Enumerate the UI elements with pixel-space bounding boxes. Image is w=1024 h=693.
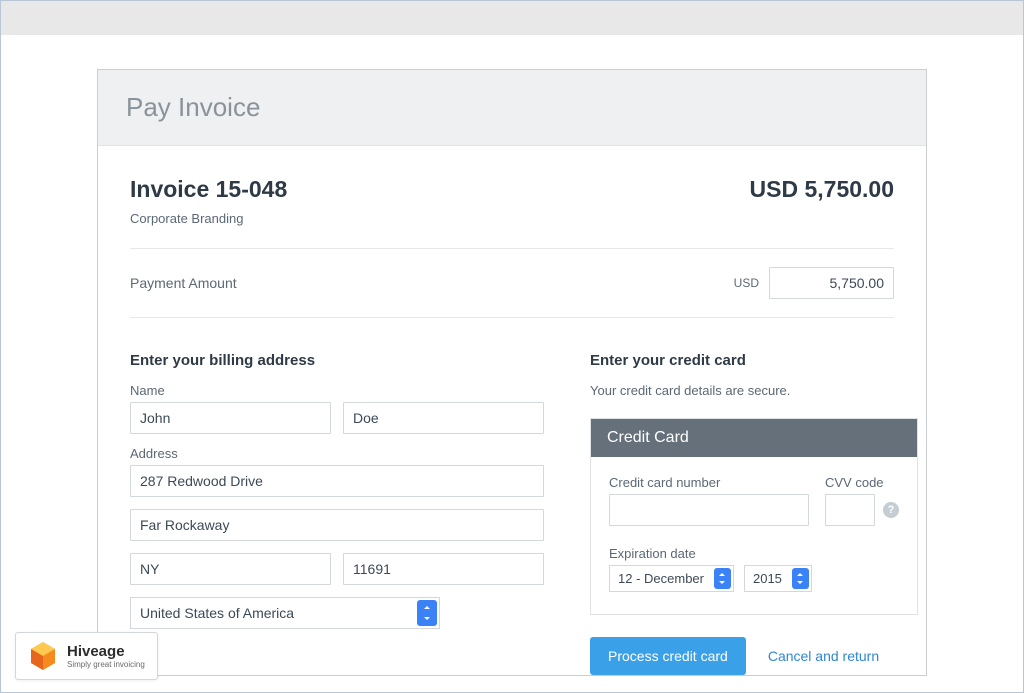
exp-month-value: 12 - December (610, 566, 712, 591)
invoice-description: Corporate Branding (130, 211, 287, 226)
hiveage-brand-name: Hiveage (67, 644, 145, 659)
billing-column: Enter your billing address Name Address (130, 352, 544, 675)
cc-heading: Enter your credit card (590, 352, 918, 369)
cvv-group: CVV code ? (825, 475, 899, 526)
invoice-summary-left: Invoice 15-048 Corporate Branding (130, 176, 287, 226)
invoice-total: USD 5,750.00 (750, 176, 894, 203)
exp-year-select[interactable]: 2015 (744, 565, 812, 592)
cc-secure-note: Your credit card details are secure. (590, 383, 918, 398)
top-gray-band (1, 1, 1023, 35)
hiveage-tagline: Simply great invoicing (67, 660, 145, 669)
cvv-label: CVV code (825, 475, 899, 490)
last-name-input[interactable] (343, 402, 544, 434)
cc-number-group: Credit card number (609, 475, 809, 526)
payment-amount-right: USD (734, 267, 894, 299)
cancel-and-return-link[interactable]: Cancel and return (768, 648, 879, 664)
action-row: Process credit card Cancel and return (590, 637, 918, 675)
form-columns: Enter your billing address Name Address (130, 352, 894, 675)
card-body: Invoice 15-048 Corporate Branding USD 5,… (98, 146, 926, 675)
country-select[interactable]: United States of America (130, 597, 440, 629)
exp-year-value: 2015 (745, 566, 790, 591)
card-header: Pay Invoice (98, 70, 926, 146)
payment-currency: USD (734, 276, 759, 290)
credit-card-box-title: Credit Card (591, 419, 917, 457)
country-select-value: United States of America (131, 598, 415, 628)
payment-amount-row: Payment Amount USD (130, 249, 894, 318)
cc-number-label: Credit card number (609, 475, 809, 490)
hiveage-badge-text: Hiveage Simply great invoicing (67, 644, 145, 669)
invoice-number: Invoice 15-048 (130, 176, 287, 203)
payment-amount-label: Payment Amount (130, 275, 237, 291)
credit-card-box-body: Credit card number CVV code ? (591, 457, 917, 614)
chevron-updown-icon (417, 600, 437, 626)
page-title: Pay Invoice (126, 92, 898, 123)
credit-card-column: Enter your credit card Your credit card … (590, 352, 918, 675)
chevron-updown-icon (714, 568, 731, 589)
name-label: Name (130, 383, 544, 398)
zip-input[interactable] (343, 553, 544, 585)
cc-number-input[interactable] (609, 494, 809, 526)
exp-month-select[interactable]: 12 - December (609, 565, 734, 592)
cvv-input[interactable] (825, 494, 875, 526)
chevron-updown-icon (792, 568, 809, 589)
state-input[interactable] (130, 553, 331, 585)
invoice-summary: Invoice 15-048 Corporate Branding USD 5,… (130, 176, 894, 226)
expiration-label: Expiration date (609, 546, 899, 561)
hiveage-badge[interactable]: Hiveage Simply great invoicing (15, 632, 158, 680)
address-label: Address (130, 446, 544, 461)
invoice-card: Pay Invoice Invoice 15-048 Corporate Bra… (97, 69, 927, 676)
credit-card-box: Credit Card Credit card number CVV code (590, 418, 918, 615)
billing-heading: Enter your billing address (130, 352, 544, 369)
help-icon[interactable]: ? (883, 502, 899, 518)
hiveage-logo-icon (28, 641, 58, 671)
street-input[interactable] (130, 465, 544, 497)
page-container: Pay Invoice Invoice 15-048 Corporate Bra… (1, 35, 1023, 676)
payment-amount-input[interactable] (769, 267, 894, 299)
process-credit-card-button[interactable]: Process credit card (590, 637, 746, 675)
first-name-input[interactable] (130, 402, 331, 434)
city-input[interactable] (130, 509, 544, 541)
